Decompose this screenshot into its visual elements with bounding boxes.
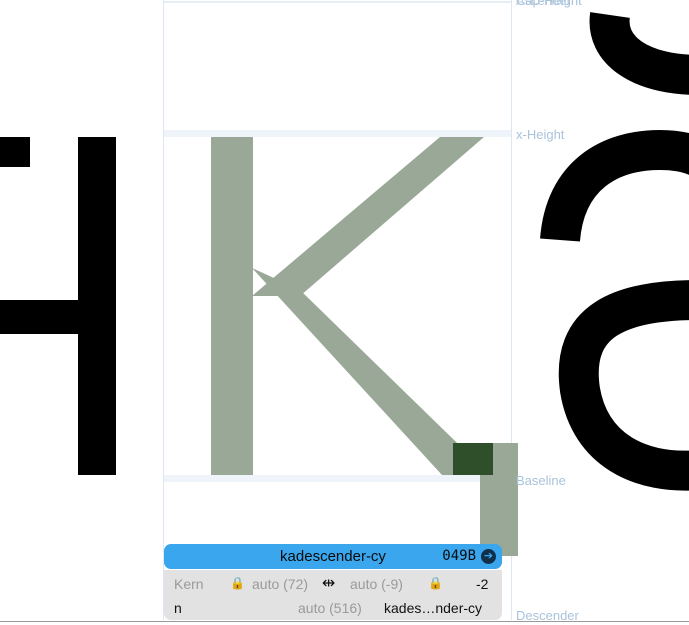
- lock-icon[interactable]: 🔒: [428, 576, 443, 590]
- right-glyph-field[interactable]: kades…nder-cy: [384, 600, 482, 616]
- width-field[interactable]: auto (516): [298, 600, 362, 616]
- left-glyph-field[interactable]: n: [174, 600, 182, 616]
- x-height-label: x-Height: [516, 127, 565, 142]
- kerning-cursor-icon[interactable]: ⇹: [322, 573, 335, 593]
- prev-glyph-a: [0, 137, 116, 475]
- right-kern-field[interactable]: auto (-9): [350, 576, 403, 592]
- glyph-unicode: 049B: [442, 548, 476, 564]
- glyph-info-bar[interactable]: kadescender-cy 049B ➔: [164, 544, 502, 569]
- kern-value-field[interactable]: -2: [476, 576, 488, 592]
- current-glyph-kadescender[interactable]: [211, 137, 518, 556]
- arrow-circle-right-icon[interactable]: ➔: [481, 549, 496, 564]
- lock-icon[interactable]: 🔒: [230, 576, 245, 590]
- baseline-label: Baseline: [516, 473, 566, 488]
- ascender-label: Ascender: [516, 0, 571, 8]
- metrics-panel: Kern 🔒 auto (72) ⇹ auto (-9) 🔒 -2 n auto…: [164, 570, 502, 620]
- kern-label: Kern: [174, 576, 204, 592]
- next-glyph-a: [540, 12, 689, 491]
- bottom-divider: [0, 621, 689, 622]
- glyph-edit-canvas[interactable]: [0, 0, 689, 625]
- left-kern-field[interactable]: auto (72): [252, 576, 308, 592]
